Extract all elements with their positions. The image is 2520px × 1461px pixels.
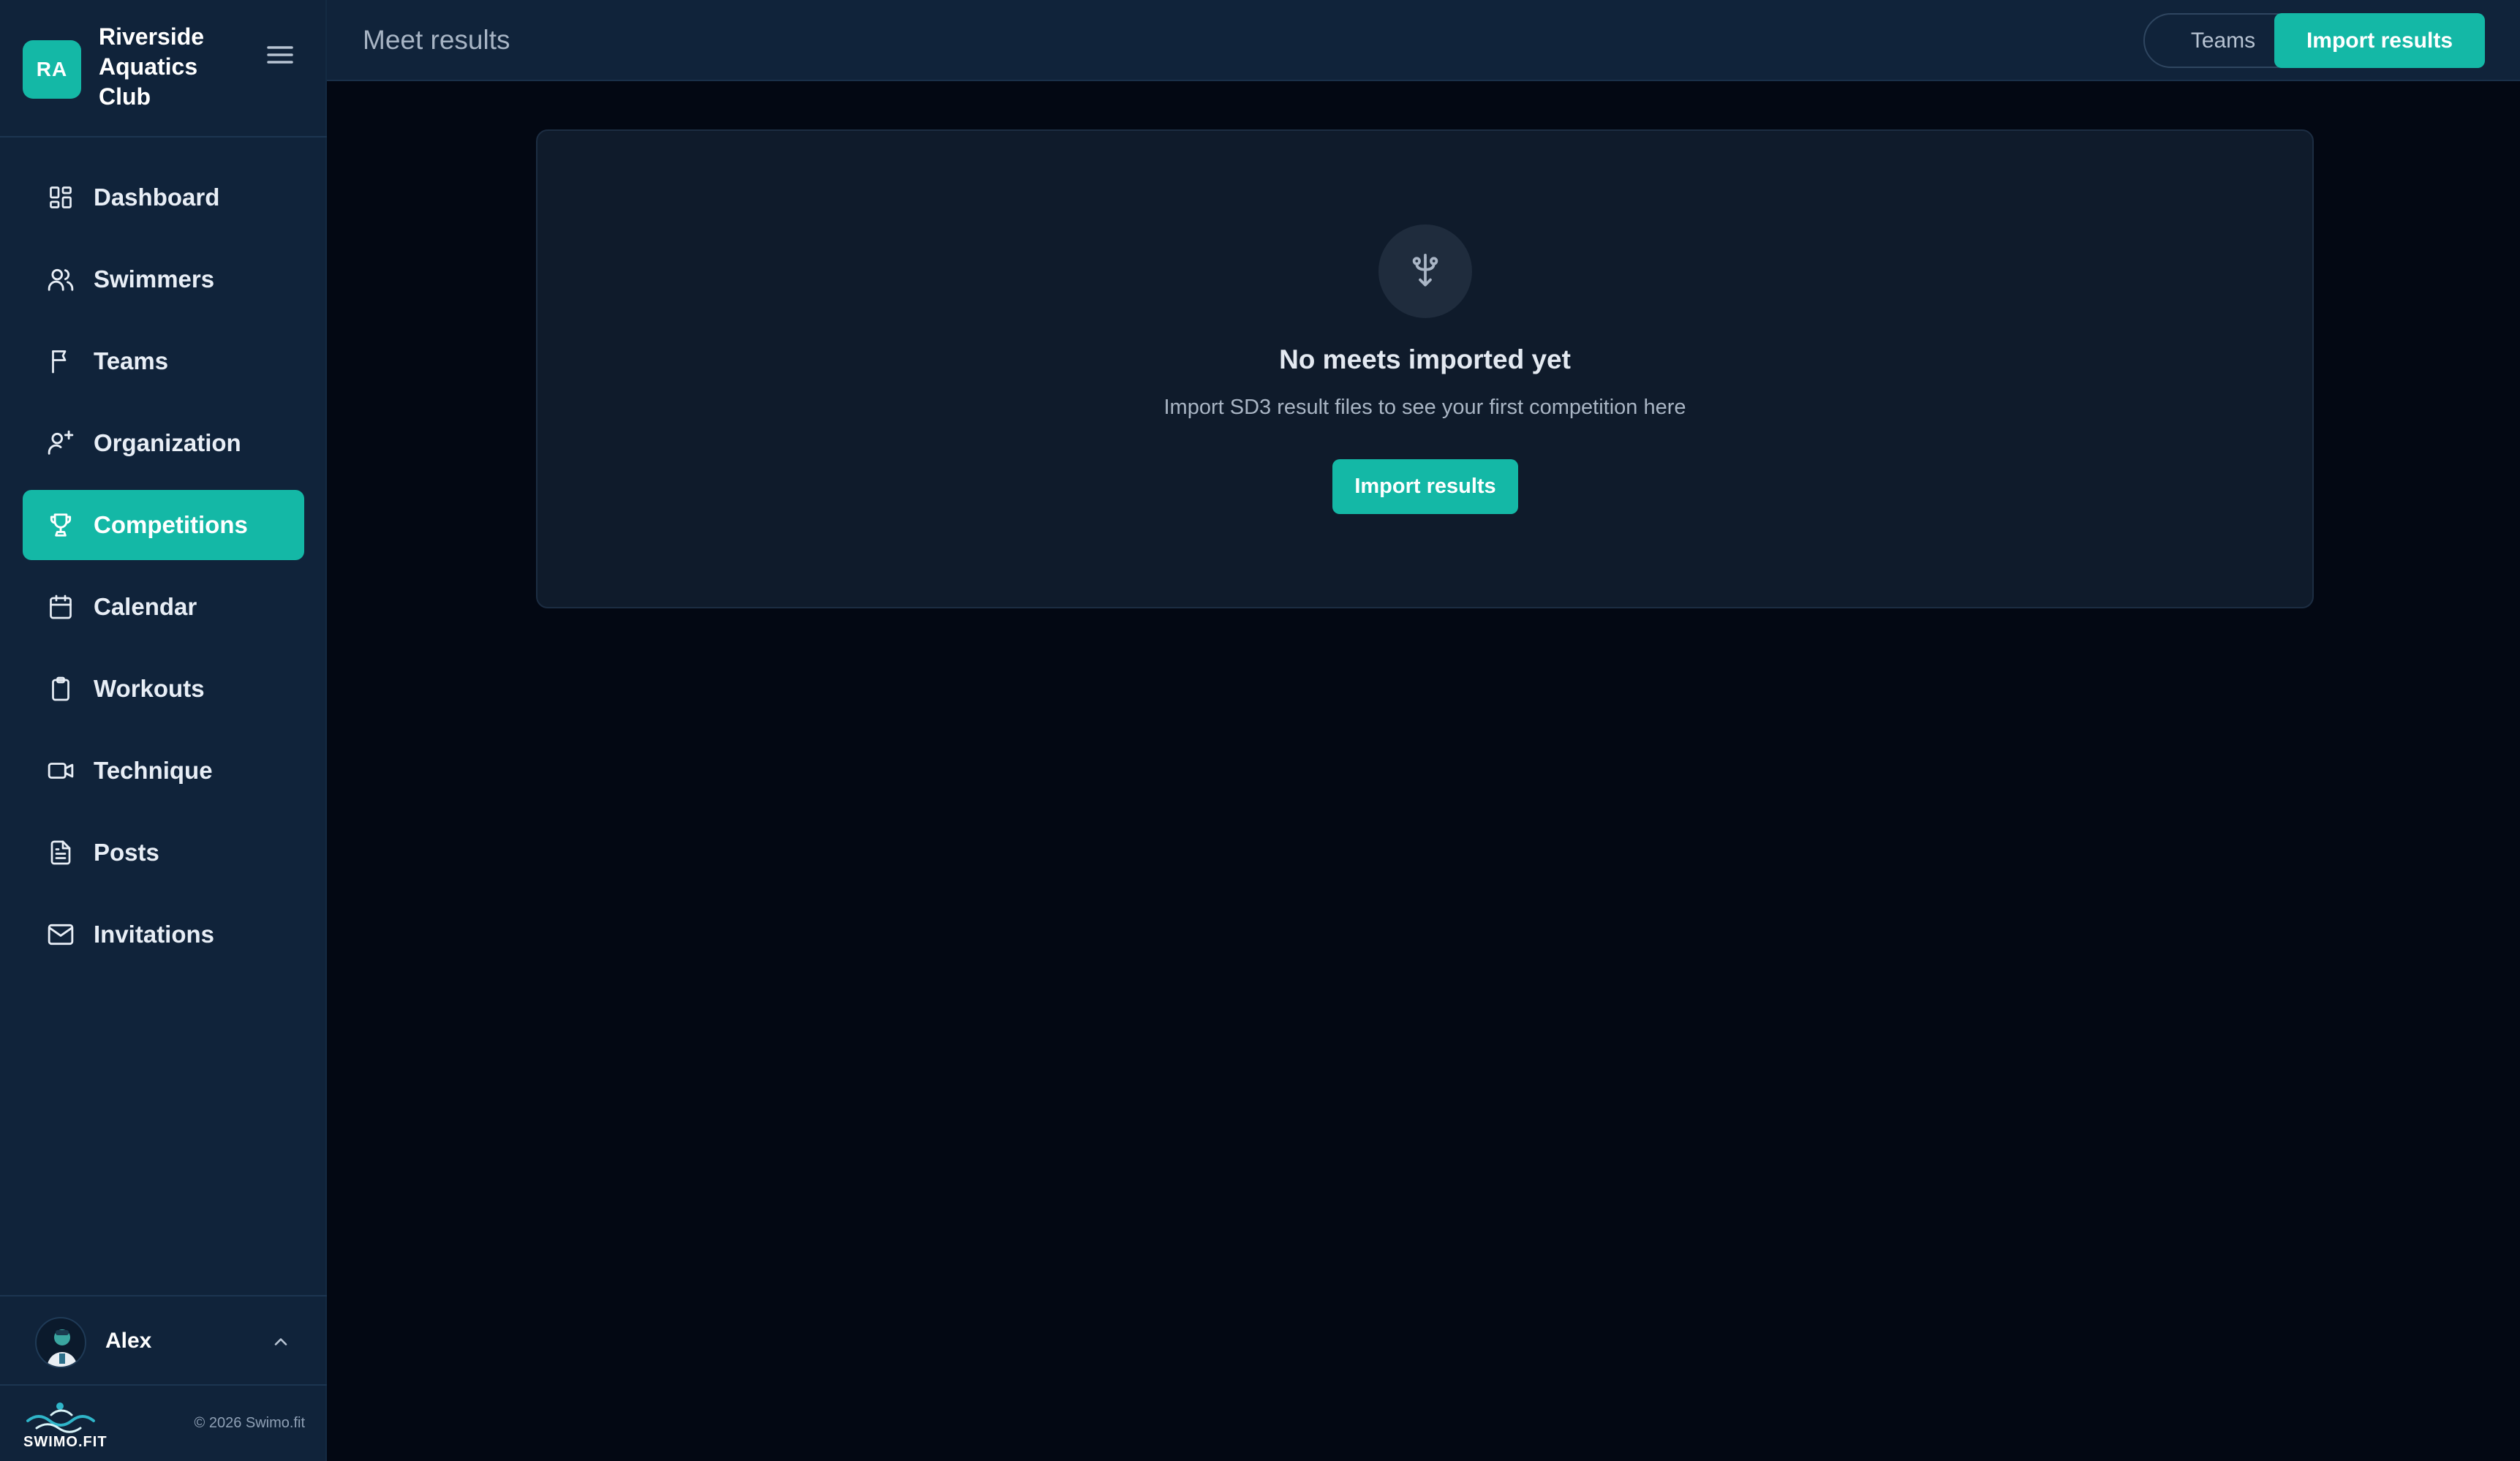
empty-state-icon-badge — [1378, 224, 1472, 318]
sidebar-item-label: Swimmers — [94, 265, 215, 292]
sidebar-item-label: Posts — [94, 839, 159, 866]
sidebar-item-label: Workouts — [94, 675, 205, 702]
sidebar-item-calendar[interactable]: Calendar — [23, 572, 304, 642]
usb-import-icon — [1412, 253, 1438, 287]
sidebar-item-label: Organization — [94, 429, 241, 456]
sidebar-item-label: Technique — [94, 757, 213, 784]
sidebar: RA Riverside Aquatics Club Dashboard Swi… — [0, 0, 327, 1461]
empty-state-subtitle: Import SD3 result files to see your firs… — [1163, 396, 1686, 419]
user-name: Alex — [105, 1329, 152, 1353]
sidebar-item-label: Calendar — [94, 593, 197, 620]
sidebar-item-organization[interactable]: Organization — [23, 408, 304, 478]
video-icon — [46, 756, 75, 785]
calendar-icon — [46, 592, 75, 622]
sidebar-header: RA Riverside Aquatics Club — [0, 0, 327, 137]
sidebar-item-posts[interactable]: Posts — [23, 818, 304, 888]
user-cog-icon — [46, 429, 75, 458]
brand-name: SWIMO.FIT — [23, 1434, 107, 1450]
sidebar-item-workouts[interactable]: Workouts — [23, 654, 304, 724]
hamburger-icon — [267, 46, 293, 64]
mail-icon — [46, 920, 75, 949]
sidebar-item-teams[interactable]: Teams — [23, 326, 304, 396]
sidebar-item-label: Dashboard — [94, 184, 220, 211]
users-icon — [46, 265, 75, 294]
sidebar-nav: Dashboard Swimmers Teams Organization Co… — [23, 162, 304, 981]
page-title: Meet results — [363, 25, 510, 55]
flag-icon — [46, 347, 75, 376]
chevron-up-icon — [274, 1338, 287, 1345]
top-bar: Meet results Teams Import results — [327, 0, 2520, 81]
sidebar-item-label: Invitations — [94, 921, 215, 948]
org-avatar[interactable]: RA — [23, 40, 81, 99]
user-menu[interactable]: Alex — [0, 1295, 327, 1386]
sidebar-item-swimmers[interactable]: Swimmers — [23, 244, 304, 314]
document-icon — [46, 838, 75, 867]
sidebar-footer: SWIMO.FIT © 2026 Swimo.fit — [0, 1387, 327, 1461]
sidebar-item-dashboard[interactable]: Dashboard — [23, 162, 304, 233]
avatar — [35, 1317, 86, 1368]
sidebar-item-competitions[interactable]: Competitions — [23, 490, 304, 560]
sidebar-item-technique[interactable]: Technique — [23, 736, 304, 806]
import-results-cta-button[interactable]: Import results — [1332, 459, 1518, 514]
app-root: RA Riverside Aquatics Club Dashboard Swi… — [0, 0, 2520, 1461]
clipboard-icon — [46, 674, 75, 703]
menu-toggle-button[interactable] — [262, 38, 298, 72]
grid-icon — [46, 183, 75, 212]
org-name: Riverside Aquatics Club — [99, 23, 205, 110]
empty-state-title: No meets imported yet — [1279, 344, 1571, 374]
import-results-button[interactable]: Import results — [2274, 13, 2485, 68]
trophy-icon — [46, 510, 75, 540]
copyright-text: © 2026 Swimo.fit — [194, 1415, 305, 1431]
sidebar-item-label: Teams — [94, 347, 169, 374]
sidebar-item-label: Competitions — [94, 511, 248, 538]
empty-state-card: No meets imported yet Import SD3 result … — [536, 129, 2314, 608]
sidebar-item-invitations[interactable]: Invitations — [23, 899, 304, 970]
